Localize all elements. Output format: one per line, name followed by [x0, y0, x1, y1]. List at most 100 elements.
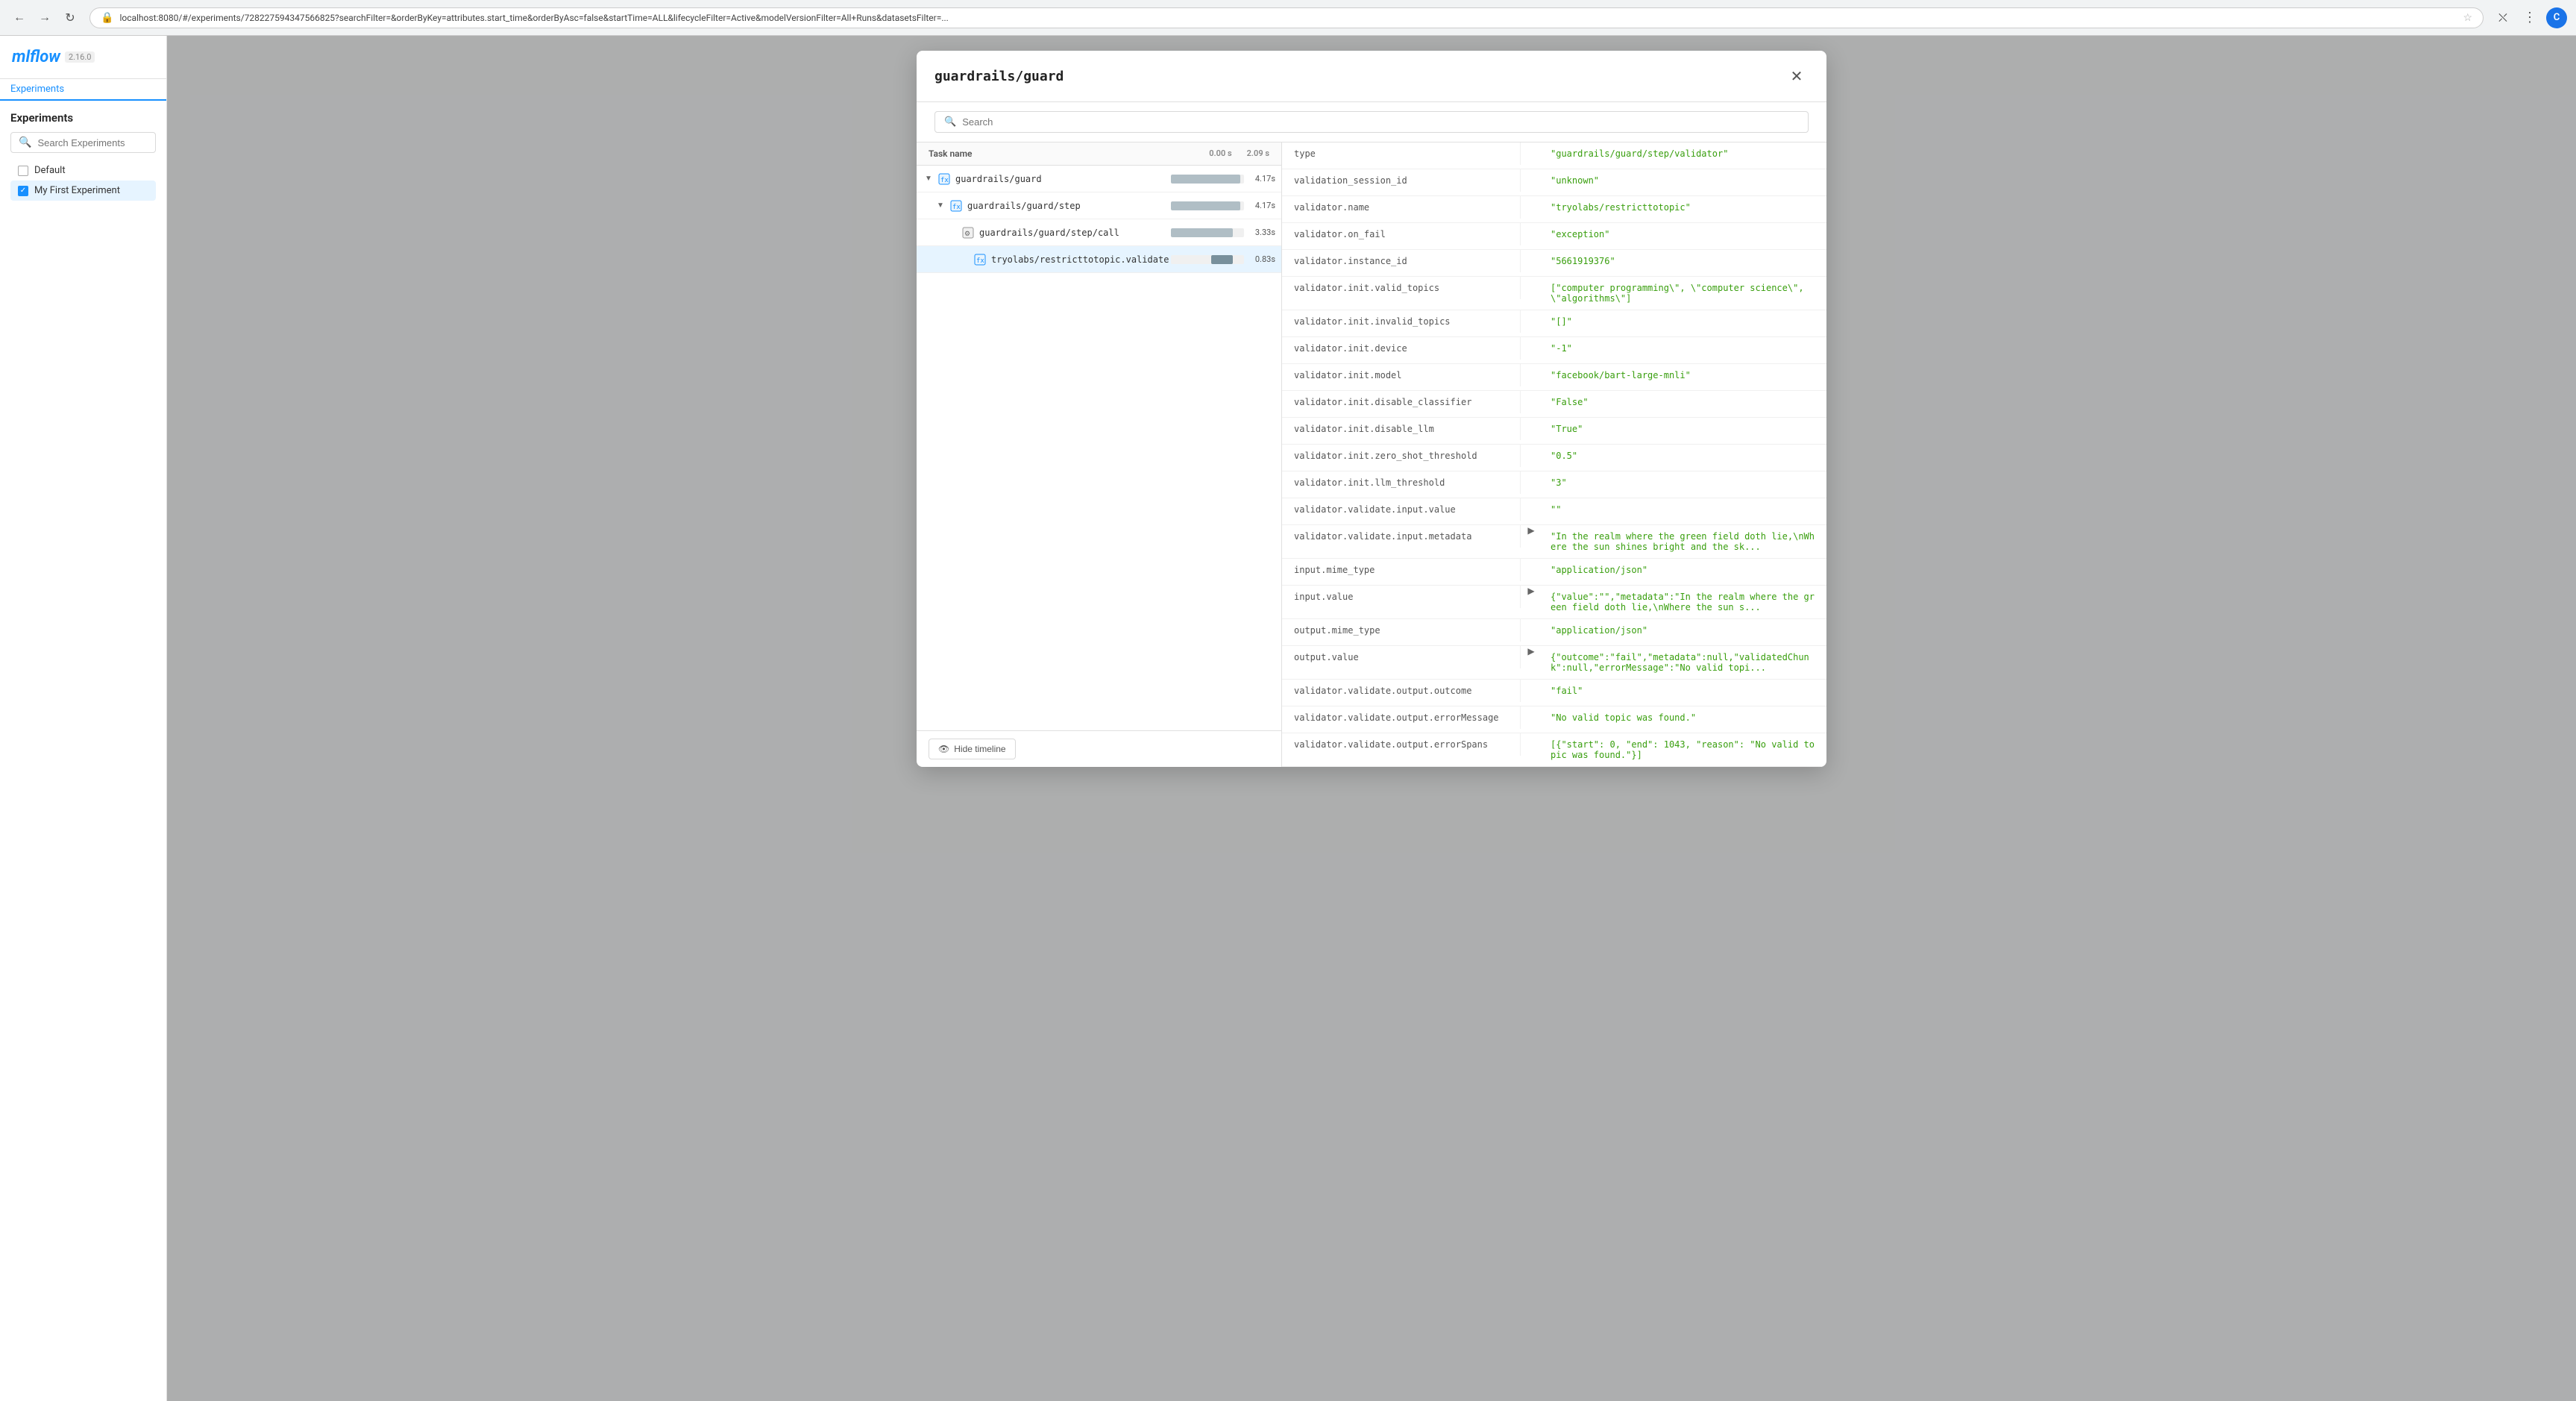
sidebar-nav-experiments[interactable]: Experiments: [0, 79, 166, 101]
attr-key: validator.instance_id: [1282, 250, 1521, 272]
attr-row: input.mime_type "application/json": [1282, 559, 1826, 586]
expand-icon[interactable]: [958, 254, 970, 266]
sidebar-header: mlflow 2.16.0: [0, 36, 166, 79]
attr-key: validator.on_fail: [1282, 223, 1521, 245]
task-header: Task name 0.00 s 2.09 s: [917, 142, 1281, 166]
attr-row: validator.validate.output.errorSpans [{"…: [1282, 733, 1826, 767]
modal-close-button[interactable]: ✕: [1785, 64, 1809, 88]
avatar: C: [2546, 7, 2567, 28]
attr-row: validation_session_id "unknown": [1282, 169, 1826, 196]
attr-value: "No valid topic was found.": [1542, 706, 1826, 729]
search-box[interactable]: 🔍: [10, 132, 156, 153]
attr-expand[interactable]: ▶: [1521, 586, 1542, 596]
attr-value: "In the realm where the green field doth…: [1542, 525, 1826, 558]
modal-body: Task name 0.00 s 2.09 s ▼: [917, 142, 1826, 767]
attr-value: "application/json": [1542, 559, 1826, 581]
attr-expand[interactable]: ▶: [1521, 646, 1542, 656]
browser-chrome: ← → ↻ 🔒 localhost:8080/#/experiments/728…: [0, 0, 2576, 36]
task-bar: [1171, 175, 1240, 184]
sidebar-item-default[interactable]: Default: [10, 160, 156, 181]
modal-search-area: 🔍: [917, 102, 1826, 142]
hide-timeline-label: Hide timeline: [954, 744, 1005, 754]
task-bar: [1211, 255, 1233, 264]
task-name-label: tryolabs/restricttotopic.validate: [991, 254, 1171, 265]
attr-value: "exception": [1542, 223, 1826, 245]
sidebar-section-title: Experiments: [10, 111, 156, 125]
browser-actions: ⛌ ⋮ C: [2492, 7, 2567, 28]
task-bar: [1171, 201, 1240, 210]
attr-value: {"value":"","metadata":"In the realm whe…: [1542, 586, 1826, 618]
task-row[interactable]: fx tryolabs/restricttotopic.validate 0.8…: [917, 246, 1281, 273]
attr-value: "[]": [1542, 310, 1826, 333]
task-name-label: guardrails/guard/step: [967, 201, 1171, 211]
attr-row: type "guardrails/guard/step/validator": [1282, 142, 1826, 169]
address-bar[interactable]: 🔒 localhost:8080/#/experiments/728227594…: [89, 7, 2484, 28]
task-name-label: guardrails/guard: [955, 174, 1171, 184]
task-bar-container: 4.17s: [1171, 174, 1275, 184]
attr-row: validator.instance_id "5661919376": [1282, 250, 1826, 277]
attr-value: "": [1542, 498, 1826, 521]
attr-key: input.mime_type: [1282, 559, 1521, 581]
search-input[interactable]: [37, 137, 148, 148]
task-row[interactable]: ▼ fx guardrails/guard: [917, 166, 1281, 192]
forward-button[interactable]: →: [34, 7, 55, 28]
attr-expand[interactable]: ▶: [1521, 525, 1542, 536]
task-row[interactable]: ⚙ guardrails/guard/step/call 3.33s: [917, 219, 1281, 246]
attr-value: "application/json": [1542, 619, 1826, 642]
mlflow-version: 2.16.0: [65, 51, 95, 63]
sidebar-item-my-first[interactable]: My First Experiment: [10, 181, 156, 201]
modal-header: guardrails/guard ✕: [917, 51, 1826, 102]
attr-key: validator.validate.output.outcome: [1282, 680, 1521, 702]
modal-search-inner[interactable]: 🔍: [934, 111, 1809, 133]
attr-key: input.value: [1282, 586, 1521, 608]
attr-key: validator.name: [1282, 196, 1521, 219]
attr-value: "-1": [1542, 337, 1826, 360]
expand-icon[interactable]: ▼: [923, 173, 934, 185]
attr-value: "facebook/bart-large-mnli": [1542, 364, 1826, 386]
attr-value: "0.5": [1542, 445, 1826, 467]
attr-row: validator.validate.input.metadata ▶ "In …: [1282, 525, 1826, 559]
attr-key: validator.validate.input.value: [1282, 498, 1521, 521]
task-row[interactable]: ▼ fx guardrails/guard/step: [917, 192, 1281, 219]
attr-value: [{"start": 0, "end": 1043, "reason": "No…: [1542, 733, 1826, 766]
attr-row: validator.validate.output.errorMessage "…: [1282, 706, 1826, 733]
default-label: Default: [34, 165, 66, 176]
task-duration: 3.33s: [1248, 228, 1275, 237]
fx-icon: fx: [973, 253, 987, 266]
back-button[interactable]: ←: [9, 7, 30, 28]
menu-button[interactable]: ⋮: [2519, 7, 2540, 28]
svg-text:fx: fx: [976, 257, 984, 265]
my-first-checkbox[interactable]: [18, 186, 28, 196]
attr-value: "guardrails/guard/step/validator": [1542, 142, 1826, 165]
task-header-times: 0.00 s 2.09 s: [1209, 148, 1269, 159]
task-bar-wrapper: [1171, 175, 1244, 184]
search-icon: 🔍: [19, 137, 31, 148]
eye-icon: 👁: [938, 744, 949, 754]
expand-icon[interactable]: ▼: [934, 200, 946, 212]
attr-row: validator.init.llm_threshold "3": [1282, 471, 1826, 498]
reload-button[interactable]: ↻: [60, 7, 81, 28]
attr-key: validator.init.zero_shot_threshold: [1282, 445, 1521, 467]
attr-row: validator.init.disable_classifier "False…: [1282, 391, 1826, 418]
attr-row: validator.init.invalid_topics "[]": [1282, 310, 1826, 337]
attr-key: validator.validate.output.errorMessage: [1282, 706, 1521, 729]
expand-icon[interactable]: [946, 227, 958, 239]
main-content: guardrails/guard ✕ 🔍 Tas: [167, 36, 2576, 1401]
attr-key: validation_session_id: [1282, 169, 1521, 192]
attr-row: validator.init.disable_llm "True": [1282, 418, 1826, 445]
default-checkbox[interactable]: [18, 166, 28, 176]
attr-row: input.value ▶ {"value":"","metadata":"In…: [1282, 586, 1826, 619]
attr-row: output.value ▶ {"outcome":"fail","metada…: [1282, 646, 1826, 680]
attr-key: validator.init.llm_threshold: [1282, 471, 1521, 494]
browser-nav-buttons: ← → ↻: [9, 7, 81, 28]
modal-search-input[interactable]: [962, 116, 1799, 128]
left-pane: Task name 0.00 s 2.09 s ▼: [917, 142, 1282, 767]
task-duration: 4.17s: [1248, 174, 1275, 184]
attr-row: validator.init.model "facebook/bart-larg…: [1282, 364, 1826, 391]
right-pane: type "guardrails/guard/step/validator" v…: [1282, 142, 1826, 767]
extensions-button[interactable]: ⛌: [2492, 7, 2513, 28]
app-container: mlflow 2.16.0 Experiments Experiments 🔍 …: [0, 36, 2576, 1401]
attr-row: validator.init.valid_topics ["computer p…: [1282, 277, 1826, 310]
time-start: 0.00 s: [1209, 148, 1231, 159]
hide-timeline-button[interactable]: 👁 Hide timeline: [929, 739, 1016, 759]
